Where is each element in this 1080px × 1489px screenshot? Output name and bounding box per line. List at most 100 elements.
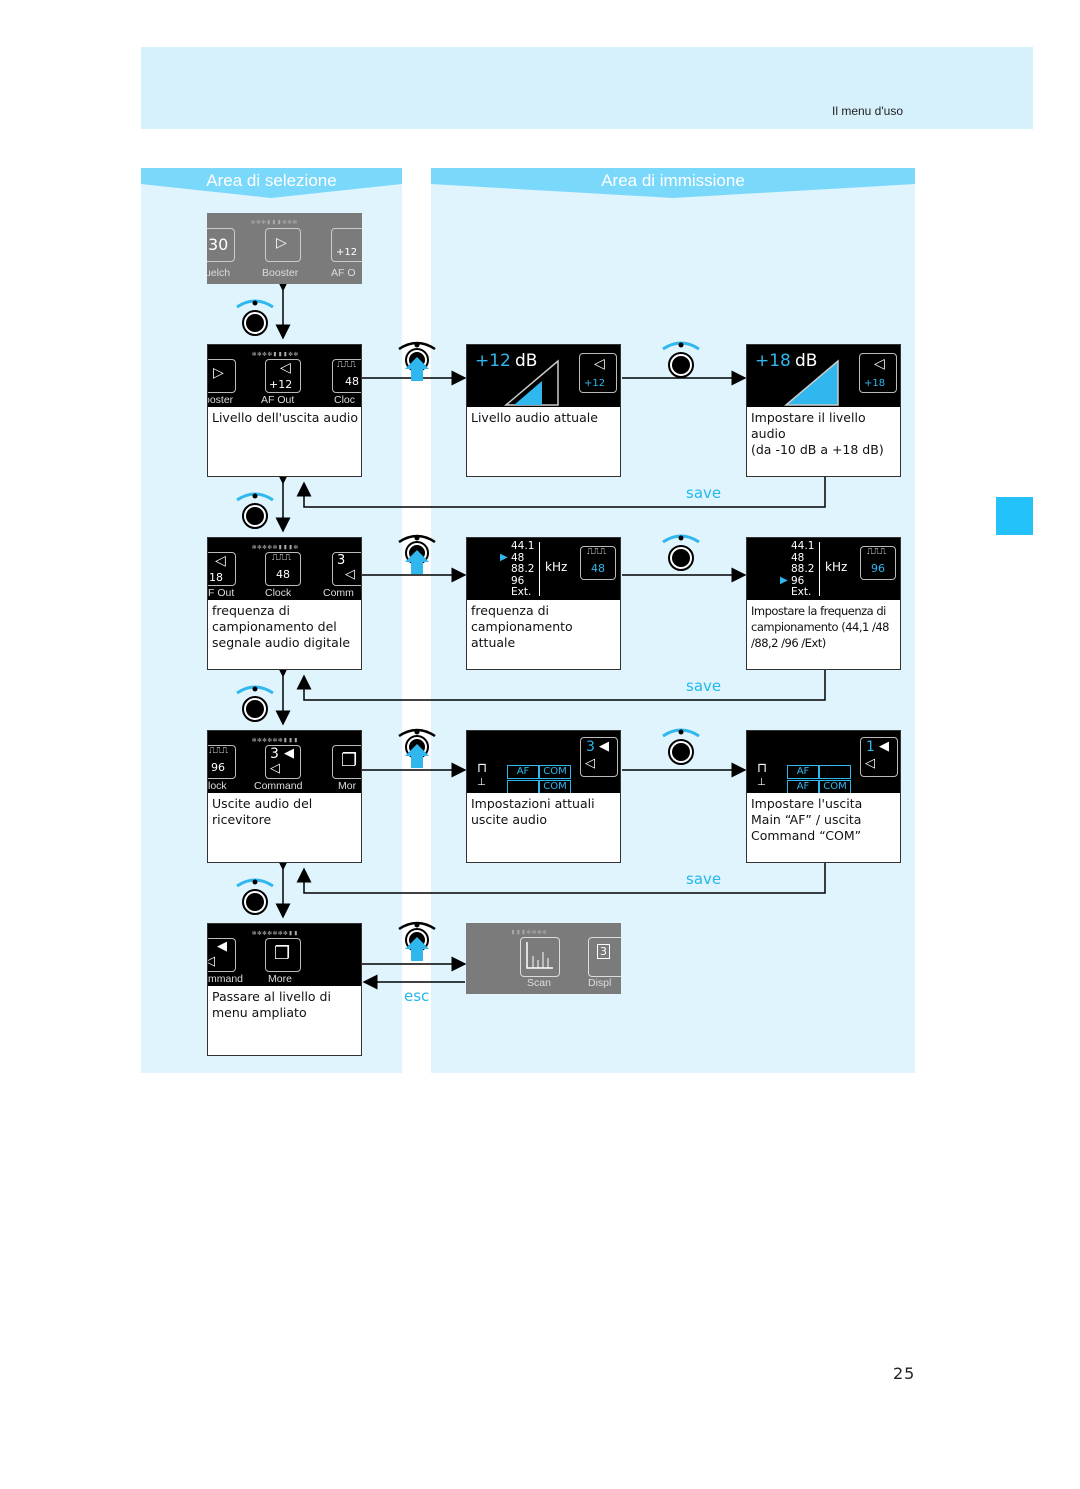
set-sample-rate-card[interactable]: 44.1 48 88.2 96 Ext. ▶ kHz ⎍⎍⎍ 96 Impostare l… [746, 537, 901, 670]
menu-caption: Passare al livello di menu ampliato [212, 989, 331, 1020]
extended-menu-lcd[interactable]: ▮▮▮✻✻✻✻ 3 Scan Displ [466, 923, 621, 994]
set-audio-level-card[interactable]: +18 dB ◁ +18 Impostare il livello audio (… [746, 344, 901, 477]
xlr-output-icon: ⊓ [757, 761, 768, 776]
command-icon: ◀ ◁ [208, 938, 236, 972]
speaker-icon: ◁ +18 [859, 353, 897, 393]
jog-dial-press-icon [398, 534, 436, 574]
jog-dial-press-icon [398, 921, 436, 961]
jog-dial-turn-icon [662, 728, 700, 765]
menu-card-command[interactable]: ✻✻✻✻✻✻▮▮▮ ⎍⎍⎍ 96 3 ◀ ◁ ❐ lock Command Mor U… [207, 730, 362, 863]
command-icon: 3 ◀ ◁ [265, 745, 301, 779]
top-menu-lcd[interactable]: ✻✻✻▮▮▮✻✻✻ 30 ▷ +12 uelch Booster AF O [207, 213, 362, 284]
chapter-tab-marker [996, 497, 1033, 535]
jack-output-icon: ⊥ [477, 777, 486, 788]
more-icon: ❐ [265, 938, 301, 972]
current-caption: Livello audio attuale [471, 410, 598, 425]
output-slot [819, 765, 851, 779]
caption-line: Main “AF” / uscita [751, 812, 862, 827]
esc-label: esc [404, 987, 430, 1005]
jack-output-icon: ⊥ [757, 777, 766, 788]
menu-caption: frequenza di campionamento del segnale a… [212, 603, 351, 650]
jog-dial-press-icon [398, 728, 436, 768]
output-slot [507, 780, 539, 793]
menu-label: uelch [207, 267, 231, 279]
selection-area-title: Area di selezione [206, 171, 337, 190]
section-title: Il menu d'uso [832, 104, 903, 118]
output-slot: COM [819, 780, 851, 793]
output-slot: COM [539, 765, 571, 779]
level-ramp-icon [503, 359, 559, 406]
speaker-icon: ◁ 18 [208, 552, 236, 586]
save-label: save [686, 484, 722, 502]
selection-pointer-icon: ▶ [500, 552, 508, 563]
xlr-output-icon: ⊓ [477, 761, 488, 776]
unit-label: kHz [825, 560, 848, 574]
current-caption: frequenza di campionamento attuale [471, 603, 573, 650]
setting-caption: Impostare la frequenza di campionamento … [751, 604, 889, 650]
scan-chart-icon [520, 937, 560, 977]
setting-caption: Impostare il livello audio (da -10 dB a … [751, 410, 898, 458]
squelch-icon: 30 [207, 228, 235, 262]
menu-label: ooster [208, 394, 234, 406]
menu-label: Booster [262, 267, 299, 279]
page-number: 25 [893, 1364, 916, 1383]
display-icon: 3 [588, 937, 621, 977]
input-area-title: Area di immissione [601, 171, 745, 190]
current-sample-rate-card: 44.1 48 88.2 96 Ext. ▶ kHz ⎍⎍⎍ 48 frequenza d… [466, 537, 621, 670]
save-label: save [686, 677, 722, 695]
current-caption: Impostazioni attuali uscite audio [471, 796, 595, 827]
menu-label: Clock [265, 587, 292, 599]
caption-line: Impostare l'uscita [751, 796, 863, 811]
sample-rate-options: 44.1 48 88.2 96 Ext. [511, 540, 535, 598]
menu-caption: Uscite audio del ricevitore [212, 796, 313, 827]
menu-label: Comm [323, 587, 354, 599]
clock-icon: ⎍⎍⎍ 48 [265, 552, 301, 586]
output-slot: AF [787, 780, 819, 793]
menu-label: lock [208, 780, 227, 792]
selection-pointer-icon: ▶ [780, 575, 788, 586]
menu-label: F Out [208, 587, 235, 599]
menu-label: AF Out [261, 394, 295, 406]
clock-icon: ⎍⎍⎍ 96 [860, 546, 896, 580]
caption-line: Impostare il livello [751, 410, 866, 425]
selection-area-banner: Area di selezione [141, 168, 402, 198]
menu-label: Scan [527, 977, 551, 989]
menu-card-clock[interactable]: ✻✻✻✻✻▮▮▮✻ ◁ 18 ⎍⎍⎍ 48 3 ◁ F Out Clock Comm … [207, 537, 362, 670]
setting-caption: Impostare l'uscita Main “AF” / uscita Co… [751, 796, 898, 844]
input-area-banner: Area di immissione [431, 168, 915, 198]
output-slot: AF [507, 765, 539, 779]
command-icon: 3 ◁ [332, 552, 361, 586]
command-icon: 3 ◀ ◁ [580, 737, 618, 777]
menu-label: AF O [331, 267, 356, 279]
speaker-icon: ◁ +12 [265, 359, 301, 393]
caption-line: (da -10 dB a +18 dB) [751, 442, 884, 457]
caption-line: audio [751, 426, 786, 441]
save-label: save [686, 870, 722, 888]
level-ramp-icon [783, 359, 839, 406]
current-audio-outputs-card: ⊓ ⊥ AF COM COM 3 ◀ ◁ Impostazioni attuali … [466, 730, 621, 863]
clock-icon: ⎍⎍⎍ 48 [580, 546, 616, 580]
clock-icon: ⎍⎍⎍ 48 [332, 359, 361, 393]
menu-label: Command [254, 780, 303, 792]
af-out-icon: +12 [331, 228, 362, 262]
current-audio-level-card: +12 dB ◁ +12 Livello audio attuale [466, 344, 621, 477]
speaker-icon: ◁ +12 [579, 353, 617, 393]
unit-label: kHz [545, 560, 568, 574]
menu-label: mmand [208, 973, 244, 985]
menu-label: Displ [588, 977, 612, 989]
menu-label: Cloc [334, 394, 356, 406]
jog-dial-turn-icon [236, 685, 274, 722]
jog-dial-press-icon [398, 341, 436, 381]
jog-dial-turn-icon [662, 341, 700, 378]
menu-label: Mor [338, 780, 357, 792]
set-audio-outputs-card[interactable]: ⊓ ⊥ AF AF COM 1 ◀ ◁ Impostare l'uscita Mai… [746, 730, 901, 863]
menu-card-more[interactable]: ✻✻✻✻✻✻✻▮▮ ◀ ◁ ❐ mmand More Passare al liv… [207, 923, 362, 1056]
menu-label: More [268, 973, 292, 985]
output-slot: AF [787, 765, 819, 779]
more-icon: ❐ [332, 745, 361, 779]
clock-icon: ⎍⎍⎍ 96 [208, 745, 236, 779]
menu-card-af-out[interactable]: ✻✻✻✻▮▮▮✻✻ ▷ ◁+12 ⎍⎍⎍48 ooster AF Out Clo… [207, 344, 362, 477]
jog-dial-turn-icon [236, 878, 274, 915]
caption-line: Command “COM” [751, 828, 862, 843]
jog-dial-turn-icon [662, 534, 700, 571]
